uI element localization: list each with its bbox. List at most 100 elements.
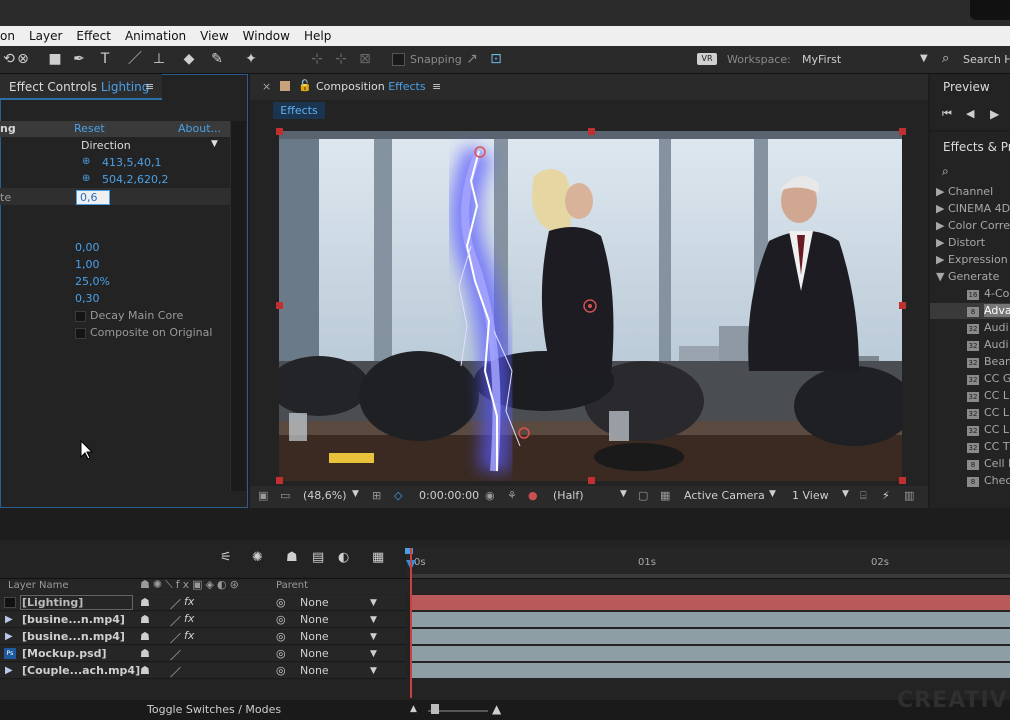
category-distort[interactable]: ▶ Distort [936,236,985,249]
zoom-in-icon[interactable]: ▲ [492,702,501,716]
zoom-out-icon[interactable]: ▲ [410,704,417,714]
category-expression-controls[interactable]: ▶ Expression C [936,253,1010,266]
category-channel[interactable]: ▶ Channel [936,185,993,198]
view-layout-select[interactable]: 1 View [792,489,829,502]
list-item[interactable]: Audi [984,338,1009,351]
param-value-input[interactable]: 0,6 [76,190,110,205]
composite-checkbox[interactable] [75,328,86,339]
safe-margins-icon[interactable]: ⊞ [372,489,381,502]
zoom-select[interactable]: (48,6%) [303,489,347,502]
effect-switch-icon[interactable]: fx [184,595,194,608]
chevron-down-icon[interactable]: ▼ [352,489,359,499]
menu-item-layer[interactable]: Layer [29,29,62,43]
snap-edges-icon[interactable]: ↗ [463,50,481,68]
table-row[interactable]: ▶ [busine...n.mp4] ☗ ／ fx ◎ None ▼ [0,629,406,645]
playhead-line[interactable] [410,548,412,698]
pen-tool-icon[interactable]: ✒ [70,50,88,68]
parent-select[interactable]: None [300,596,329,609]
fast-previews-icon[interactable]: ⚡ [882,489,890,502]
scrollbar[interactable] [230,121,246,491]
list-item[interactable]: CC Li [984,389,1010,402]
chevron-down-icon[interactable]: ▼ [370,666,377,676]
clone-stamp-tool-icon[interactable]: ⊥ [150,50,168,68]
previous-frame-icon[interactable]: ◀ [966,107,974,120]
shy-switch-icon[interactable]: ☗ [140,647,150,660]
channel-rgb-icon[interactable]: ● [528,489,538,502]
chevron-down-icon[interactable]: ▼ [370,632,377,642]
panel-menu-icon[interactable]: ≡ [432,80,441,93]
parent-select[interactable]: None [300,613,329,626]
layer-handle[interactable] [276,128,283,135]
mask-visibility-icon[interactable]: ◇ [394,489,402,502]
workspace-select[interactable]: MyFirst [802,53,841,66]
param-value[interactable]: 0,00 [75,241,100,254]
layer-handle[interactable] [899,302,906,309]
pick-whip-icon[interactable]: ◎ [276,613,286,626]
category-color-correction[interactable]: ▶ Color Correc [936,219,1010,232]
toggle-pixel-aspect-icon[interactable]: ⌸ [860,489,867,503]
about-button[interactable]: About... [178,122,221,135]
chevron-down-icon[interactable]: ▼ [370,615,377,625]
pick-whip-icon[interactable]: ◎ [276,664,286,677]
menu-item-composition[interactable]: on [0,29,15,43]
motion-blur-icon[interactable]: ◐ [338,550,349,565]
chevron-down-icon[interactable]: ▼ [842,489,849,499]
layer-handle[interactable] [276,477,283,484]
effect-switch-icon[interactable]: fx [184,612,194,625]
effect-switch-icon[interactable]: fx [184,629,194,642]
chevron-down-icon[interactable]: ▼ [370,649,377,659]
quality-switch-icon[interactable]: ／ [170,664,181,680]
chevron-down-icon[interactable]: ▼ [920,53,928,64]
layer-handle[interactable] [899,477,906,484]
parent-select[interactable]: None [300,664,329,677]
shy-switch-icon[interactable]: ☗ [140,613,150,626]
toggle-switches-modes-button[interactable]: Toggle Switches / Modes [147,703,281,716]
param-value[interactable]: 1,00 [75,258,100,271]
unlock-icon[interactable]: 🔓 [298,79,312,92]
layer-handle[interactable] [899,128,906,135]
type-tool-icon[interactable]: T [96,50,114,68]
param-value[interactable]: 25,0% [75,275,110,288]
lock-icon[interactable] [280,81,290,91]
menu-item-window[interactable]: Window [243,29,290,43]
rectangle-tool-icon[interactable]: ■ [46,50,64,68]
list-item[interactable]: Adva [984,304,1010,317]
layer-duration-bar[interactable] [412,612,1010,627]
table-row[interactable]: ▶ [busine...n.mp4] ☗ ／ fx ◎ None ▼ [0,612,406,628]
play-icon[interactable]: ▶ [990,107,999,121]
shy-switch-icon[interactable]: ☗ [140,630,150,643]
graph-editor-icon[interactable]: ▦ [372,550,384,565]
roto-brush-tool-icon[interactable]: ✎ [208,50,226,68]
region-of-interest-icon[interactable]: ▢ [638,489,648,502]
layer-duration-bar[interactable] [412,646,1010,661]
snapping-checkbox[interactable] [392,53,405,66]
frame-blending-icon[interactable]: ▤ [312,550,324,565]
quality-switch-icon[interactable]: ／ [170,630,181,646]
list-item[interactable]: Cell F [984,457,1010,470]
chevron-down-icon[interactable]: ▼ [769,489,776,499]
search-icon[interactable]: ⌕ [942,51,949,66]
crosshair-icon[interactable]: ⊕ [82,156,90,167]
search-help-input[interactable]: Search He [963,53,1010,66]
eraser-tool-icon[interactable]: ◆ [180,50,198,68]
menu-item-effect[interactable]: Effect [76,29,111,43]
show-snapshot-icon[interactable]: ⚘ [507,489,517,502]
parent-select[interactable]: None [300,630,329,643]
chevron-down-icon[interactable]: ▼ [211,139,218,149]
table-row[interactable]: ▶ [Couple...ach.mp4] ☗ ／ ◎ None ▼ [0,663,406,679]
menu-item-animation[interactable]: Animation [125,29,186,43]
pan-behind-tool-icon[interactable]: ⊗ [14,50,32,68]
camera-select[interactable]: Active Camera [684,489,765,502]
composition-viewer[interactable] [279,131,902,481]
snap-features-icon[interactable]: ⊡ [487,50,505,68]
zoom-slider-thumb[interactable] [431,704,439,714]
layer-duration-bar[interactable] [412,629,1010,644]
composition-mini-flowchart-icon[interactable]: ⚟ [220,550,232,565]
parent-select[interactable]: None [300,647,329,660]
camera-snapshot-icon[interactable]: ◉ [485,489,495,502]
shy-switch-icon[interactable]: ☗ [140,596,150,609]
category-generate[interactable]: ▼ Generate [936,270,999,283]
label-color-swatch[interactable] [4,597,16,608]
menu-item-view[interactable]: View [200,29,228,43]
list-item[interactable]: CC Li [984,406,1010,419]
